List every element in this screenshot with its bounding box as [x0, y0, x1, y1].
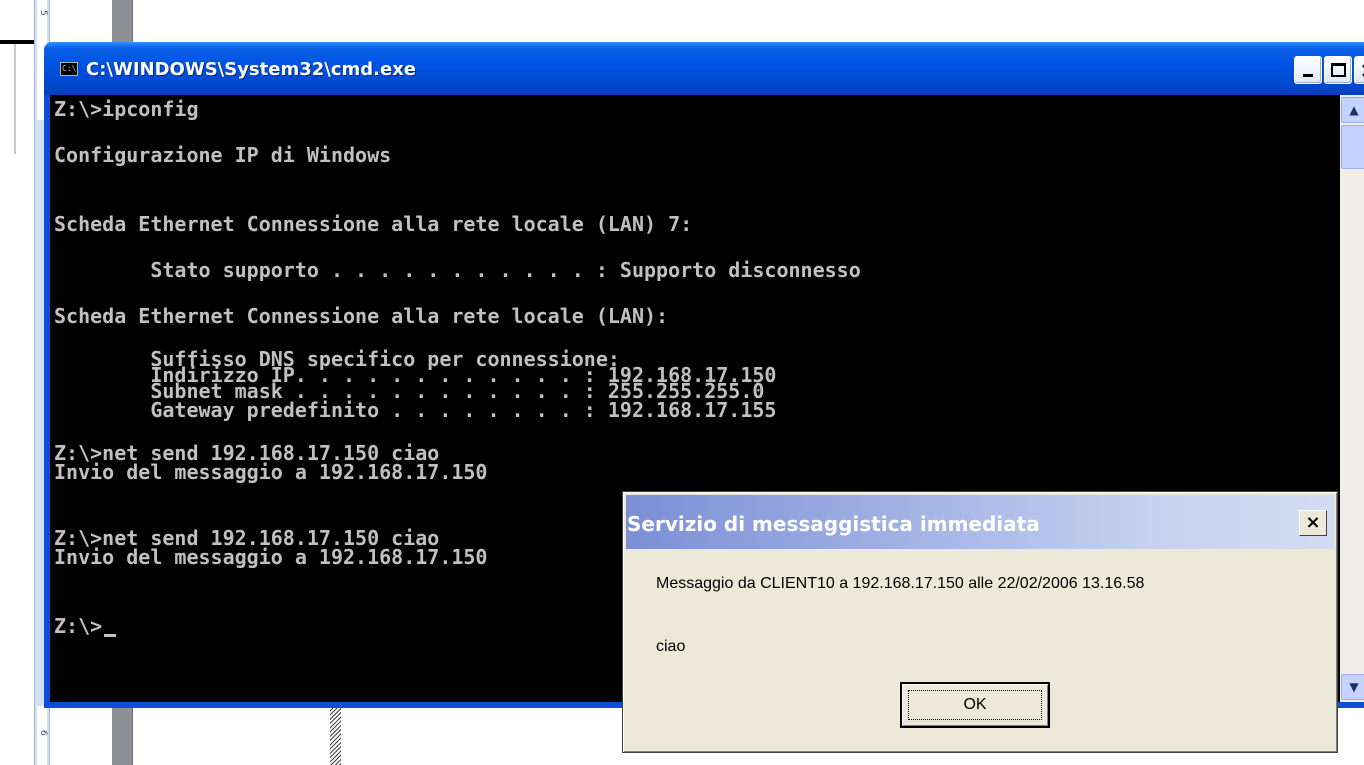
dialog-close-button[interactable]: ×: [1299, 510, 1327, 536]
console-line: Z:\>net send 192.168.17.150 ciao: [54, 441, 440, 465]
dialog-title: Servizio di messaggistica immediata: [627, 512, 1040, 536]
cmd-titlebar[interactable]: C:\ C:\WINDOWS\System32\cmd.exe ×: [44, 42, 1364, 95]
hatched-shape: [330, 706, 341, 765]
cmd-window-title: C:\WINDOWS\System32\cmd.exe: [86, 59, 417, 80]
dialog-titlebar[interactable]: Servizio di messaggistica immediata ×: [626, 495, 1334, 549]
message-body: ciao: [656, 638, 686, 655]
cmd-system-icon[interactable]: C:\: [60, 62, 78, 76]
close-icon: ×: [1305, 512, 1321, 533]
console-line: Scheda Ethernet Connessione alla rete lo…: [54, 212, 693, 236]
scrollbar-thumb[interactable]: [1341, 125, 1364, 169]
close-button[interactable]: ×: [1354, 56, 1364, 84]
arrow-up-icon: ▲: [1349, 103, 1359, 117]
desktop: 5 6 C:\ C:\WINDOWS\System32\cmd.exe × Z:…: [0, 0, 1364, 765]
console-line: Subnet mask . . . . . . . . . . . . : 25…: [54, 379, 765, 403]
document-margin-line: [14, 44, 16, 154]
maximize-button[interactable]: [1324, 56, 1352, 84]
console-line: Stato supporto . . . . . . . . . . . : S…: [54, 258, 861, 282]
ruler-mark-bottom: 6: [38, 730, 48, 736]
message-dialog[interactable]: Servizio di messaggistica immediata × Me…: [622, 491, 1338, 753]
message-header: Messaggio da CLIENT10 a 192.168.17.150 a…: [656, 575, 1145, 592]
ruler-mark-top: 5: [38, 10, 48, 16]
console-line: Configurazione IP di Windows: [54, 143, 392, 167]
vertical-scrollbar[interactable]: ▲ ▼: [1340, 95, 1364, 702]
ok-button[interactable]: OK: [900, 682, 1050, 728]
maximize-icon: [1331, 63, 1346, 77]
console-line: Z:\>ipconfig: [54, 97, 199, 121]
close-icon: ×: [1360, 58, 1364, 82]
console-line: Invio del messaggio a 192.168.17.150: [54, 460, 488, 484]
arrow-down-icon: ▼: [1349, 680, 1359, 694]
console-cursor: [104, 634, 117, 637]
scroll-down-button[interactable]: ▼: [1341, 674, 1364, 700]
console-line: Scheda Ethernet Connessione alla rete lo…: [54, 304, 669, 328]
minimize-button[interactable]: [1294, 56, 1322, 84]
console-line: Gateway predefinito . . . . . . . . : 19…: [54, 398, 777, 422]
ok-button-label: OK: [908, 690, 1042, 720]
scroll-up-button[interactable]: ▲: [1341, 97, 1364, 123]
minimize-icon: [1303, 74, 1313, 77]
document-divider: [0, 40, 34, 44]
